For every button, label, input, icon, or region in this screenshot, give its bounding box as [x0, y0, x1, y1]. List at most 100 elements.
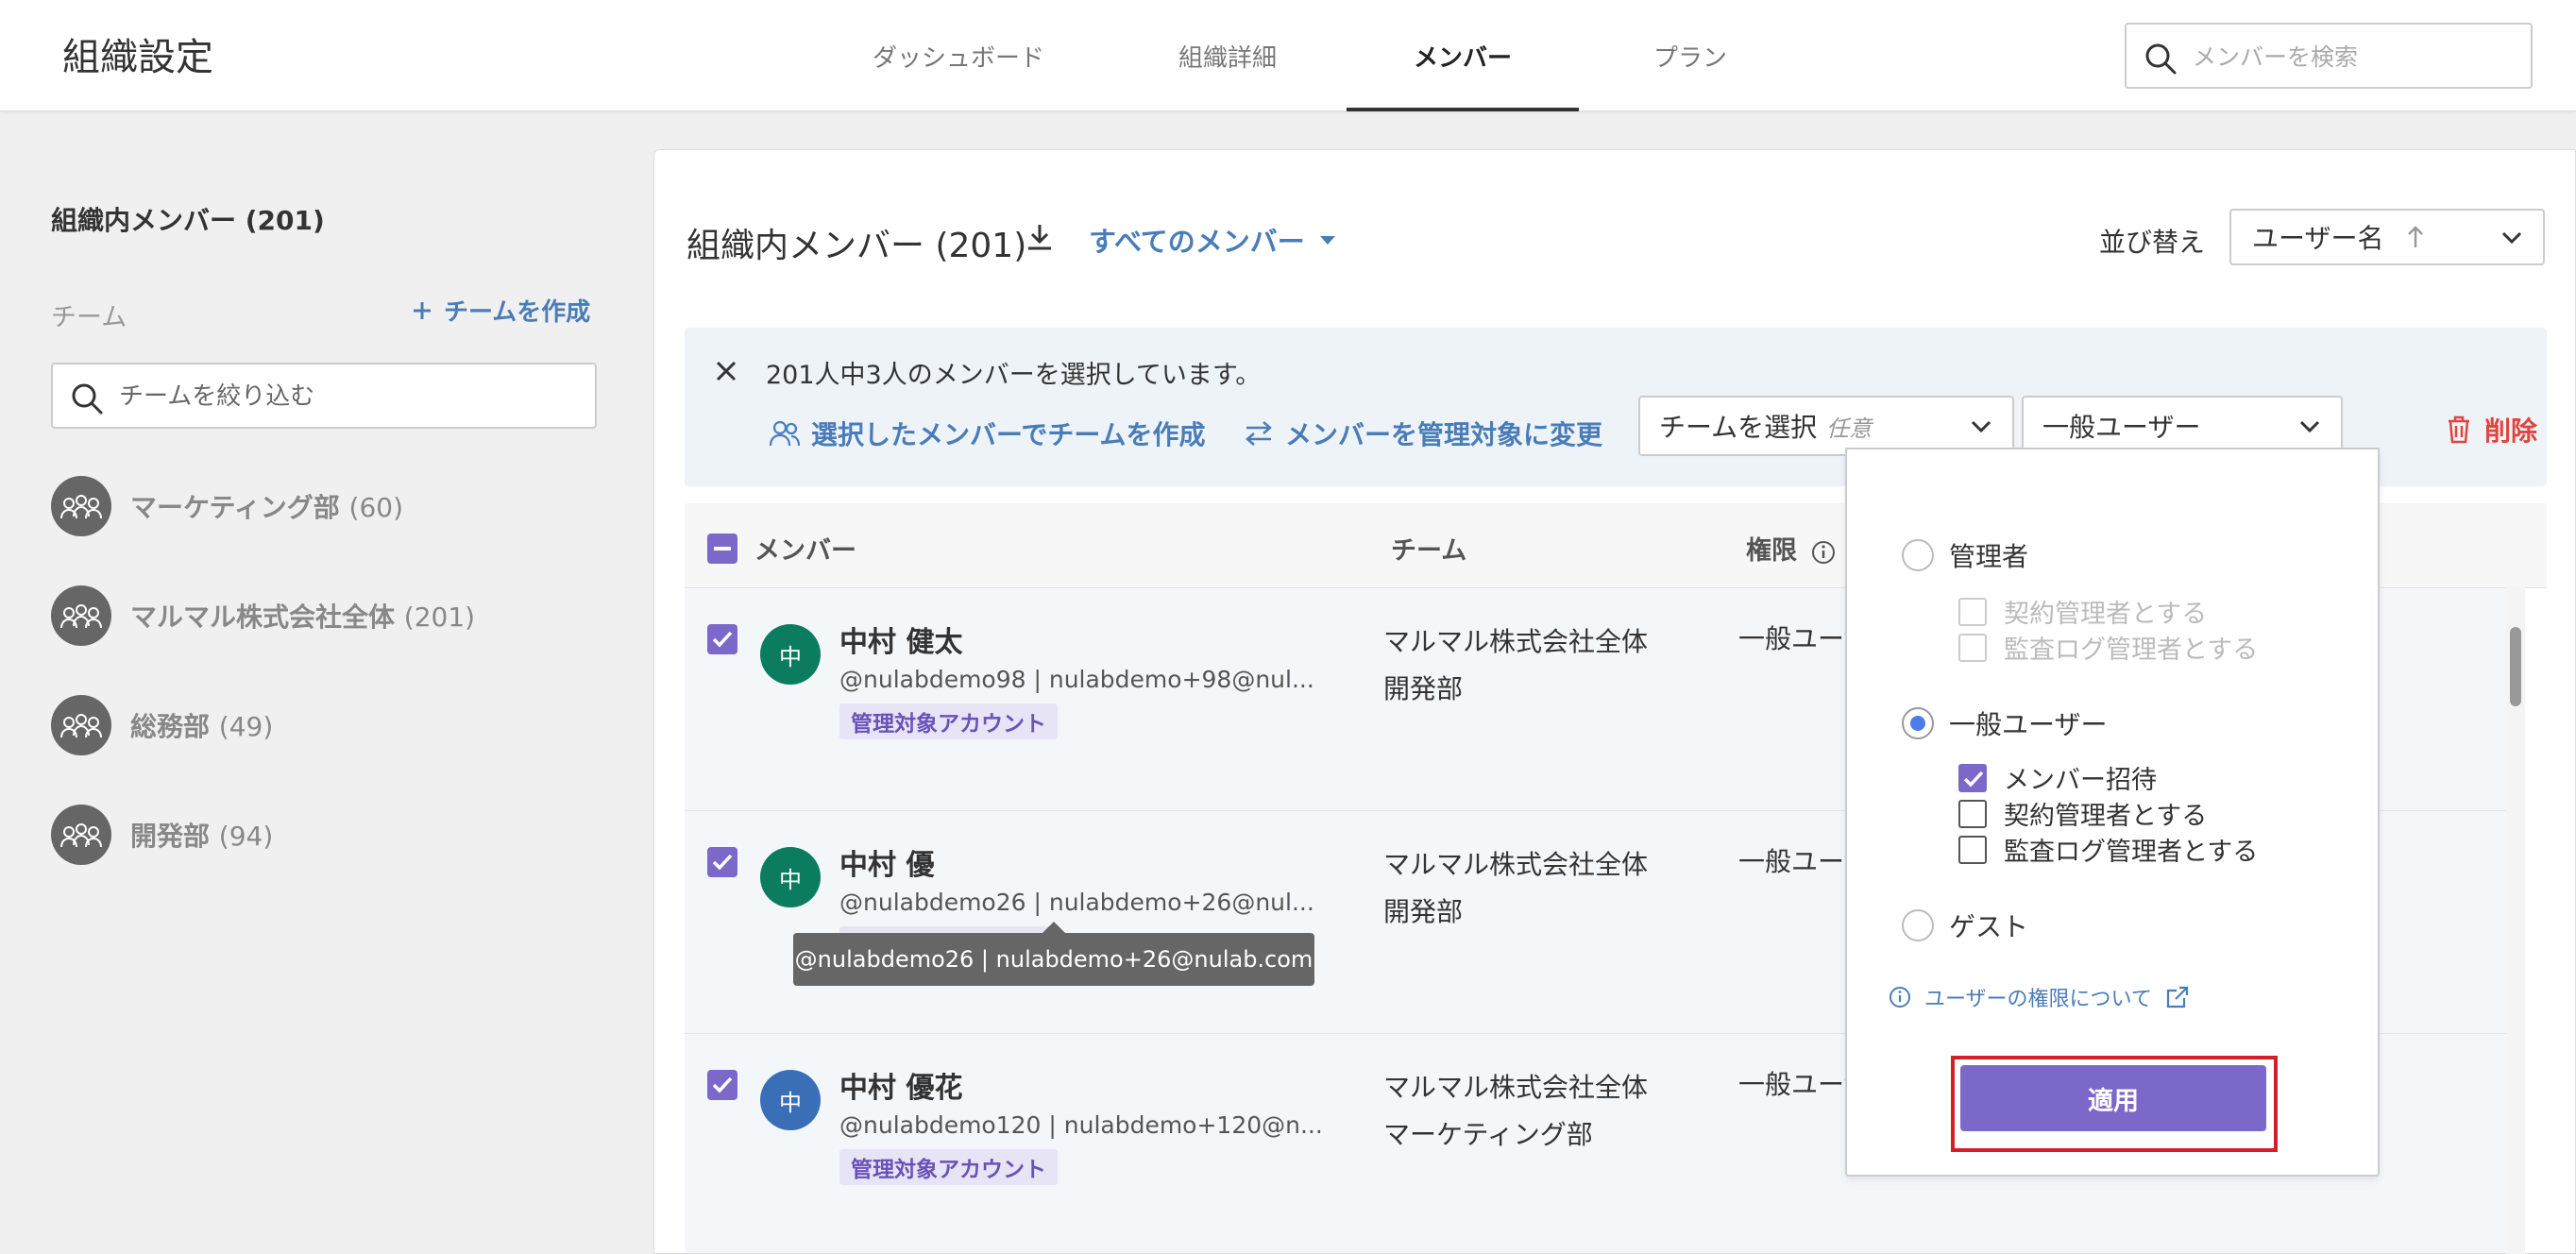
info-icon[interactable]	[1811, 540, 1836, 565]
team-name: 開発部 (94)	[130, 821, 274, 852]
info-icon	[1890, 987, 1910, 1008]
managed-account-badge: 管理対象アカウント	[839, 1149, 1058, 1185]
member-search-box[interactable]	[2125, 23, 2533, 89]
member-teams: マルマル株式会社全体 開発部	[1383, 849, 1649, 927]
team-icon	[51, 805, 111, 865]
role-dropdown-panel: 管理者 契約管理者とする 監査ログ管理者とする 一般ユーザー メンバー招待 契約…	[1845, 448, 2380, 1177]
row-checkbox[interactable]	[707, 624, 737, 654]
select-all-checkbox[interactable]	[707, 534, 737, 564]
plus-icon	[414, 301, 431, 319]
role-select-label: 一般ユーザー	[2042, 412, 2201, 443]
sidebar-item-development[interactable]: 開発部 (94)	[51, 805, 273, 865]
checkbox	[1958, 597, 1987, 626]
sidebar-item-marketing[interactable]: マーケティング部 (60)	[51, 476, 403, 536]
radio-general-user[interactable]: 一般ユーザー	[1902, 704, 2107, 742]
checkbox[interactable]	[1958, 835, 1987, 864]
team-name: マルマル株式会社全体 (201)	[130, 602, 476, 633]
checkbox-admin-audit: 監査ログ管理者とする	[1958, 629, 2258, 666]
member-handle: @nulabdemo98 | nulabdemo+98@nul...	[839, 666, 1314, 693]
handle-tooltip: @nulabdemo26 | nulabdemo+26@nulab.com	[793, 922, 1314, 986]
avatar: 中	[760, 847, 821, 907]
member-teams: マルマル株式会社全体 マーケティング部	[1383, 1072, 1649, 1150]
tab-org-details[interactable]: 組織詳細	[1114, 0, 1341, 111]
chevron-down-icon	[1971, 420, 1991, 433]
swap-icon	[1246, 421, 1272, 446]
sidebar-item-general-affairs[interactable]: 総務部 (49)	[51, 695, 273, 755]
member-handle: @nulabdemo26 | nulabdemo+26@nul...	[839, 889, 1314, 916]
avatar: 中	[760, 1070, 821, 1130]
column-team: チーム	[1391, 536, 1467, 566]
delete-label: 削除	[2484, 415, 2538, 447]
member-teams: マルマル株式会社全体 開発部	[1383, 626, 1649, 704]
chevron-down-icon	[2501, 231, 2522, 245]
page-title: 組織設定	[62, 36, 213, 79]
column-member: メンバー	[754, 536, 856, 566]
checkbox-member-invite[interactable]: メンバー招待	[1958, 759, 2157, 796]
column-role: 権限	[1746, 530, 1836, 567]
managed-account-badge: 管理対象アカウント	[839, 703, 1058, 739]
row-checkbox[interactable]	[707, 847, 737, 877]
create-team-label: チームを作成	[444, 298, 591, 327]
radio-admin[interactable]: 管理者	[1902, 536, 2028, 574]
permissions-help-link[interactable]: ユーザーの権限について	[1889, 982, 2190, 1012]
checkbox-checked[interactable]	[1958, 763, 1987, 792]
create-team-link[interactable]: チームを作成	[412, 293, 590, 328]
row-checkbox[interactable]	[707, 1070, 737, 1100]
checkbox-admin-contract: 契約管理者とする	[1958, 593, 2207, 630]
team-filter-box[interactable]	[51, 363, 597, 429]
team-icon	[51, 476, 111, 536]
radio-guest[interactable]: ゲスト	[1902, 907, 2028, 944]
tab-members[interactable]: メンバー	[1347, 0, 1579, 111]
team-select-label: チームを選択	[1659, 412, 1818, 443]
team-icon	[51, 695, 111, 755]
sort-value: ユーザー名	[2252, 223, 2384, 254]
sort-select[interactable]: ユーザー名	[2229, 209, 2545, 265]
search-icon	[72, 383, 103, 415]
tab-plan[interactable]: プラン	[1596, 0, 1785, 111]
checkbox-general-contract[interactable]: 契約管理者とする	[1958, 795, 2207, 832]
trash-icon	[2449, 415, 2469, 444]
close-icon[interactable]	[715, 360, 737, 382]
checkbox	[1958, 633, 1987, 662]
tab-dashboard[interactable]: ダッシュボード	[840, 0, 1076, 111]
checkbox-general-audit[interactable]: 監査ログ管理者とする	[1958, 831, 2258, 868]
checkbox[interactable]	[1958, 799, 1987, 828]
apply-button[interactable]: 適用	[1960, 1065, 2266, 1131]
create-team-from-selection-button[interactable]: 選択したメンバーでチームを作成	[770, 415, 1205, 452]
member-name: 中村 健太	[839, 626, 963, 659]
team-icon	[51, 585, 111, 646]
radio-button-selected[interactable]	[1902, 707, 1934, 739]
search-icon	[2145, 43, 2177, 75]
selection-count-text: 201人中3人のメンバーを選択しています。	[766, 361, 1262, 390]
scrollbar-thumb[interactable]	[2510, 627, 2521, 706]
member-handle: @nulabdemo120 | nulabdemo+120@n...	[839, 1111, 1323, 1139]
team-name: 総務部 (49)	[130, 711, 274, 742]
sidebar-title: 組織内メンバー (201)	[51, 205, 325, 236]
external-link-icon	[2166, 986, 2189, 1008]
team-name: マーケティング部 (60)	[130, 492, 403, 523]
arrow-up-icon	[2408, 226, 2424, 247]
members-title: 組織内メンバー (201)	[686, 227, 1027, 265]
change-to-managed-label: メンバーを管理対象に変更	[1285, 419, 1603, 450]
team-select-optional: 任意	[1826, 415, 1873, 442]
delete-button[interactable]: 削除	[2447, 411, 2537, 449]
member-search-input[interactable]	[2193, 38, 2514, 76]
radio-button[interactable]	[1902, 539, 1934, 571]
create-team-from-selection-label: 選択したメンバーでチームを作成	[811, 419, 1206, 450]
member-filter-label: すべてのメンバー	[1089, 226, 1305, 258]
change-to-managed-button[interactable]: メンバーを管理対象に変更	[1244, 415, 1602, 452]
avatar: 中	[760, 624, 821, 685]
chevron-down-icon	[2299, 420, 2320, 433]
download-icon[interactable]	[1025, 222, 1055, 252]
top-header: 組織設定 ダッシュボード 組織詳細 メンバー プラン	[0, 0, 2576, 111]
sort-label: 並び替え	[2099, 227, 2206, 258]
member-filter-dropdown[interactable]: すべてのメンバー	[1089, 220, 1335, 260]
member-name: 中村 優	[839, 849, 935, 882]
team-filter-input[interactable]	[119, 378, 572, 415]
sidebar-team-label: チーム	[51, 303, 127, 332]
caret-down-icon	[1319, 235, 1335, 245]
users-icon	[770, 420, 800, 447]
sidebar-item-whole-company[interactable]: マルマル株式会社全体 (201)	[51, 585, 475, 646]
radio-button[interactable]	[1902, 909, 1934, 941]
member-name: 中村 優花	[839, 1072, 963, 1105]
